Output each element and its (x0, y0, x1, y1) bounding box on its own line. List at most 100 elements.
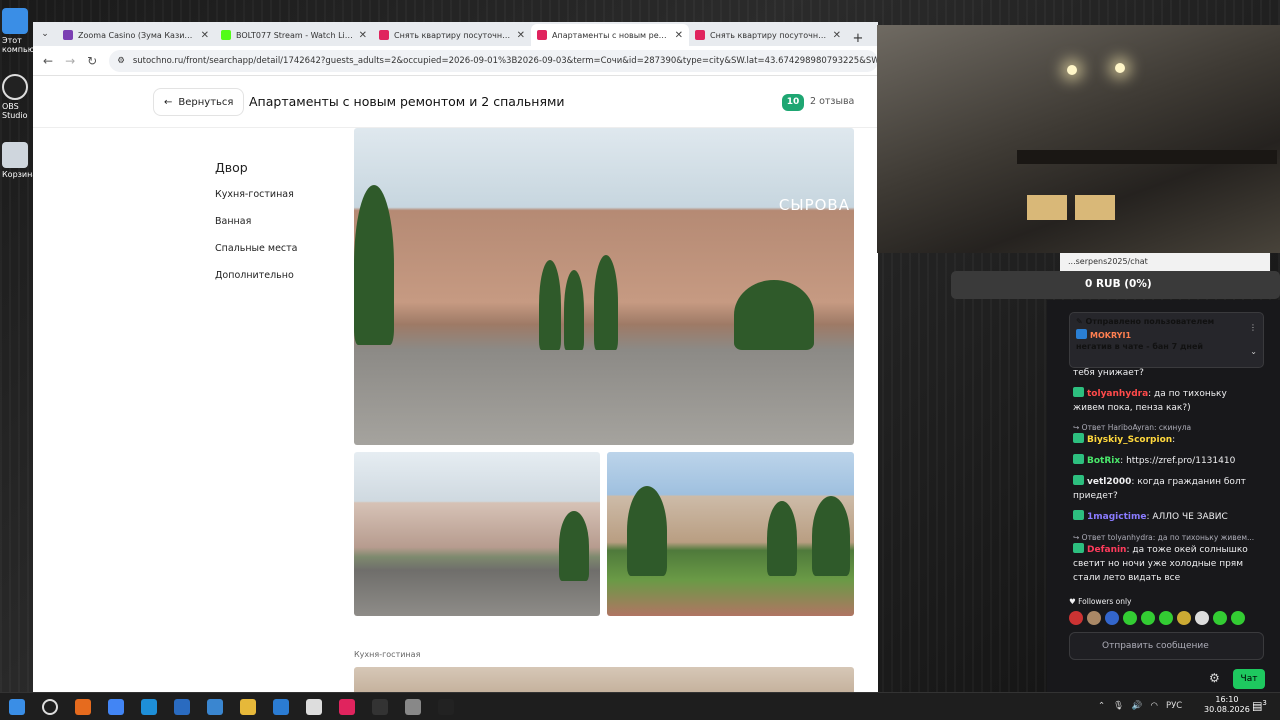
webcam-overlay (877, 25, 1280, 253)
emote-row[interactable] (1069, 611, 1245, 625)
taskbar-app[interactable] (231, 693, 264, 720)
desktop-icon-computer[interactable]: Этот компьютер (2, 8, 49, 54)
more-options-icon[interactable]: ⋮ (1249, 323, 1257, 332)
kitchen-photo[interactable] (354, 667, 854, 692)
url-field[interactable]: ⚙ sutochno.ru/front/searchapp/detail/174… (109, 49, 878, 72)
tab-search-button[interactable]: ⌄ (37, 26, 53, 42)
chat-username[interactable]: 1magictime (1087, 512, 1146, 522)
nav-item-extra[interactable]: Дополнительно (215, 270, 298, 281)
browser-tab[interactable]: Снять квартиру посуточно в С ✕ (373, 24, 531, 46)
chat-url-bar: ...serpens2025/chat (1060, 253, 1270, 271)
microphone-icon[interactable]: 🎙 (1113, 701, 1124, 711)
taskbar (0, 692, 1280, 720)
followers-text: Followers only (1078, 597, 1132, 606)
system-tray: ⌃ 🎙 🔊 ◠ РУС (1098, 692, 1182, 720)
page-header: ← Вернуться Апартаменты с новым ремонтом… (33, 76, 878, 128)
courtyard-photo-main[interactable]: СЫРОВА (354, 128, 854, 445)
tab-bar: ⌄ Zooma Casino (Зума Казино) с ✕ BOLT077 S… (33, 22, 878, 46)
chevron-up-icon[interactable]: ⌃ (1098, 701, 1105, 711)
back-button[interactable]: ← Вернуться (153, 88, 245, 116)
sub-badge-icon (1073, 387, 1084, 397)
taskbar-app[interactable] (99, 693, 132, 720)
close-icon[interactable]: ✕ (517, 30, 525, 41)
h-app-icon (437, 698, 454, 715)
desktop-icon-obs[interactable]: OBS Studio (2, 74, 34, 120)
nav-item-bathroom[interactable]: Ванная (215, 216, 298, 227)
courtyard-photo-2[interactable] (354, 452, 600, 616)
forward-arrow-icon[interactable]: → (65, 54, 75, 68)
tab-title: Снять квартиру посуточно в Э (710, 30, 828, 40)
wifi-icon[interactable]: ◠ (1151, 701, 1158, 711)
recycle-bin-icon (2, 142, 28, 168)
pinned-header: Отправлено пользователем (1085, 317, 1215, 326)
star-icon (305, 698, 322, 715)
speaker-icon[interactable]: 🔊 (1132, 701, 1143, 711)
gear-icon[interactable]: ⚙ (1209, 671, 1220, 685)
taskbar-app[interactable] (132, 693, 165, 720)
donation-goal: 0 RUB (0%) (951, 271, 1280, 299)
chat-message: tolyanhydra: да по тихоньку живем пока, … (1073, 387, 1258, 415)
section-nav: Двор Кухня-гостиная Ванная Спальные мест… (215, 160, 298, 297)
computer-icon (2, 8, 28, 34)
pinned-message[interactable]: ✎ Отправлено пользователем MOKRYI1 негат… (1069, 312, 1264, 368)
taskbar-app[interactable] (396, 693, 429, 720)
arrow-left-icon: ← (164, 96, 173, 108)
close-icon[interactable]: ✕ (201, 30, 209, 41)
edge-icon (140, 698, 157, 715)
sub-badge-icon (1073, 454, 1084, 464)
nav-item-kitchen[interactable]: Кухня-гостиная (215, 189, 298, 200)
taskbar-app[interactable] (198, 693, 231, 720)
taskbar-app[interactable] (66, 693, 99, 720)
chat-input[interactable]: Отправить сообщение (1069, 632, 1264, 660)
taskbar-app[interactable] (165, 693, 198, 720)
explorer-icon (239, 698, 256, 715)
chevron-down-icon[interactable]: ⌄ (1250, 347, 1257, 356)
reload-icon[interactable]: ↻ (87, 54, 97, 68)
chat-message: BotRix: https://zref.pro/1131410 (1073, 454, 1258, 468)
chat-username[interactable]: Biyskiy_Scorpion (1087, 435, 1172, 445)
building-sign: СЫРОВА (778, 196, 850, 214)
reply-context: ↪ Ответ tolyanhydra: да по тихоньку живе… (1073, 533, 1255, 542)
chat-username[interactable]: tolyanhydra (1087, 389, 1148, 399)
taskbar-app[interactable] (330, 693, 363, 720)
chat-username[interactable]: BotRix (1087, 456, 1120, 466)
taskbar-app[interactable] (363, 693, 396, 720)
language-indicator[interactable]: РУС (1166, 701, 1182, 711)
chrome-icon (107, 698, 124, 715)
tab-title: Zooma Casino (Зума Казино) с (78, 30, 196, 40)
obs-icon (371, 698, 388, 715)
taskbar-app[interactable] (264, 693, 297, 720)
notification-icon[interactable]: ▤3 (1252, 699, 1267, 713)
reply-context: ↪ Ответ HariboAyran: скинула (1073, 423, 1192, 432)
chat-send-button[interactable]: Чат (1233, 669, 1265, 689)
close-icon[interactable]: ✕ (359, 30, 367, 41)
desktop-icon-recycle[interactable]: Корзина (2, 142, 37, 179)
chat-text: тебя унижает? (1073, 368, 1144, 378)
clock[interactable]: 16:10 30.08.2026 (1204, 695, 1250, 715)
pinned-user[interactable]: MOKRYI1 (1090, 331, 1131, 340)
reviews-link[interactable]: 2 отзыва (810, 96, 854, 107)
chat-username[interactable]: Defanin (1087, 545, 1126, 555)
desktop-icon-label: OBS Studio (2, 102, 28, 120)
nav-item-beds[interactable]: Спальные места (215, 243, 298, 254)
chat-username[interactable]: vetl2000 (1087, 477, 1131, 487)
browser-tab[interactable]: Zooma Casino (Зума Казино) с ✕ (57, 24, 215, 46)
mail-icon (272, 698, 289, 715)
new-tab-button[interactable]: + (847, 31, 869, 46)
favicon-icon (695, 30, 705, 40)
courtyard-photo-3[interactable] (607, 452, 854, 616)
close-icon[interactable]: ✕ (675, 30, 683, 41)
taskbar-app[interactable] (0, 693, 33, 720)
site-info-icon[interactable]: ⚙ (117, 56, 125, 66)
close-icon[interactable]: ✕ (833, 30, 841, 41)
followers-only-label: ♥ Followers only (1069, 597, 1132, 606)
browser-tab[interactable]: Снять квартиру посуточно в Э ✕ (689, 24, 847, 46)
taskbar-app[interactable] (33, 693, 66, 720)
chat-message: Biyskiy_Scorpion: (1073, 433, 1258, 447)
nav-item-courtyard[interactable]: Двор (215, 160, 298, 175)
taskbar-app[interactable] (297, 693, 330, 720)
browser-tab[interactable]: Апартаменты с новым ремон ✕ (531, 24, 689, 46)
browser-tab[interactable]: BOLT077 Stream - Watch Live o ✕ (215, 24, 373, 46)
taskbar-app[interactable] (429, 693, 462, 720)
back-arrow-icon[interactable]: ← (43, 54, 53, 68)
